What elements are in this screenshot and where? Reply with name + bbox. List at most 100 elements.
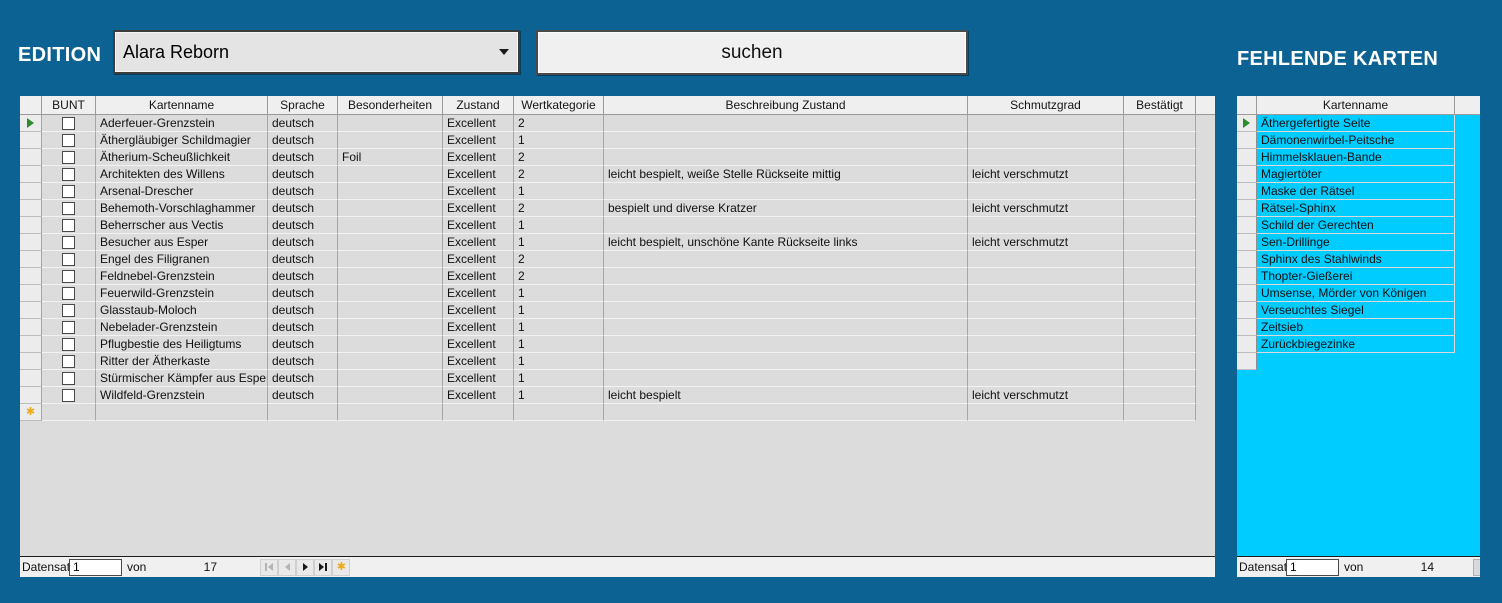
- wert-cell[interactable]: 1: [514, 234, 604, 251]
- missing-card-name[interactable]: Äthergefertigte Seite: [1257, 115, 1455, 132]
- bunt-cell[interactable]: [42, 387, 96, 404]
- schmutzgrad-cell[interactable]: leicht verschmutzt: [968, 166, 1124, 183]
- table-row[interactable]: Ritter der ÄtherkastedeutschExcellent1: [20, 353, 1215, 370]
- zustand-cell[interactable]: Excellent: [443, 149, 514, 166]
- record-selector[interactable]: [1237, 166, 1257, 183]
- bunt-cell[interactable]: [42, 183, 96, 200]
- current-record-input[interactable]: [69, 559, 122, 576]
- besonderheiten-cell[interactable]: [338, 336, 443, 353]
- sprache-cell[interactable]: deutsch: [268, 132, 338, 149]
- list-item[interactable]: Magiertöter: [1237, 166, 1480, 183]
- name-cell[interactable]: Nebelader-Grenzstein: [96, 319, 268, 336]
- edition-combobox[interactable]: Alara Reborn: [113, 30, 520, 74]
- besonderheiten-cell[interactable]: [338, 268, 443, 285]
- previous-record-button[interactable]: [278, 559, 296, 576]
- zustand-cell[interactable]: Excellent: [443, 285, 514, 302]
- zustand-cell[interactable]: Excellent: [443, 336, 514, 353]
- record-selector[interactable]: [1237, 319, 1257, 336]
- beschreibung-cell[interactable]: bespielt und diverse Kratzer: [604, 200, 968, 217]
- bunt-checkbox[interactable]: [62, 338, 75, 351]
- bestaetigt-cell[interactable]: [1124, 217, 1196, 234]
- new-record-row[interactable]: ✱: [20, 404, 1215, 421]
- missing-card-name[interactable]: Thopter-Gießerei: [1257, 268, 1455, 285]
- record-selector[interactable]: [1237, 132, 1257, 149]
- zustand-cell[interactable]: Excellent: [443, 217, 514, 234]
- table-row[interactable]: Besucher aus EsperdeutschExcellent1leich…: [20, 234, 1215, 251]
- column-header[interactable]: Kartenname: [96, 96, 268, 115]
- record-selector[interactable]: [20, 336, 42, 353]
- record-selector[interactable]: [1237, 149, 1257, 166]
- name-cell[interactable]: Glasstaub-Moloch: [96, 302, 268, 319]
- empty-cell[interactable]: [1124, 404, 1196, 421]
- record-selector[interactable]: [20, 217, 42, 234]
- name-cell[interactable]: Ritter der Ätherkaste: [96, 353, 268, 370]
- record-selector[interactable]: [20, 183, 42, 200]
- bunt-cell[interactable]: [42, 302, 96, 319]
- nav-button-partial[interactable]: [1473, 559, 1480, 576]
- bunt-cell[interactable]: [42, 115, 96, 132]
- beschreibung-cell[interactable]: [604, 302, 968, 319]
- sprache-cell[interactable]: deutsch: [268, 115, 338, 132]
- table-row[interactable]: Aderfeuer-GrenzsteindeutschExcellent2: [20, 115, 1215, 132]
- zustand-cell[interactable]: Excellent: [443, 353, 514, 370]
- zustand-cell[interactable]: Excellent: [443, 302, 514, 319]
- empty-cell[interactable]: [42, 404, 96, 421]
- empty-cell[interactable]: [268, 404, 338, 421]
- record-selector[interactable]: [20, 251, 42, 268]
- sprache-cell[interactable]: deutsch: [268, 149, 338, 166]
- sprache-cell[interactable]: deutsch: [268, 387, 338, 404]
- bunt-checkbox[interactable]: [62, 202, 75, 215]
- bunt-checkbox[interactable]: [62, 134, 75, 147]
- beschreibung-cell[interactable]: [604, 370, 968, 387]
- zustand-cell[interactable]: Excellent: [443, 200, 514, 217]
- sprache-cell[interactable]: deutsch: [268, 319, 338, 336]
- record-selector[interactable]: [1237, 200, 1257, 217]
- new-record-button[interactable]: ✱: [332, 559, 350, 576]
- beschreibung-cell[interactable]: [604, 268, 968, 285]
- bestaetigt-cell[interactable]: [1124, 166, 1196, 183]
- wert-cell[interactable]: 1: [514, 370, 604, 387]
- sprache-cell[interactable]: deutsch: [268, 336, 338, 353]
- beschreibung-cell[interactable]: [604, 183, 968, 200]
- name-cell[interactable]: Behemoth-Vorschlaghammer: [96, 200, 268, 217]
- besonderheiten-cell[interactable]: Foil: [338, 149, 443, 166]
- schmutzgrad-cell[interactable]: [968, 183, 1124, 200]
- beschreibung-cell[interactable]: [604, 251, 968, 268]
- bunt-checkbox[interactable]: [62, 253, 75, 266]
- wert-cell[interactable]: 1: [514, 132, 604, 149]
- name-cell[interactable]: Beherrscher aus Vectis: [96, 217, 268, 234]
- sprache-cell[interactable]: deutsch: [268, 183, 338, 200]
- beschreibung-cell[interactable]: [604, 285, 968, 302]
- schmutzgrad-cell[interactable]: [968, 370, 1124, 387]
- sprache-cell[interactable]: deutsch: [268, 370, 338, 387]
- empty-cell[interactable]: [96, 404, 268, 421]
- besonderheiten-cell[interactable]: [338, 387, 443, 404]
- empty-cell[interactable]: [604, 404, 968, 421]
- record-selector[interactable]: [1237, 251, 1257, 268]
- record-selector[interactable]: [20, 132, 42, 149]
- beschreibung-cell[interactable]: [604, 319, 968, 336]
- empty-cell[interactable]: [514, 404, 604, 421]
- search-button[interactable]: suchen: [536, 30, 968, 75]
- bunt-checkbox[interactable]: [62, 372, 75, 385]
- column-header[interactable]: Zustand: [443, 96, 514, 115]
- sprache-cell[interactable]: deutsch: [268, 251, 338, 268]
- bunt-cell[interactable]: [42, 251, 96, 268]
- missing-card-name[interactable]: Verseuchtes Siegel: [1257, 302, 1455, 319]
- bestaetigt-cell[interactable]: [1124, 183, 1196, 200]
- schmutzgrad-cell[interactable]: [968, 149, 1124, 166]
- record-selector[interactable]: [1237, 353, 1257, 370]
- missing-card-name[interactable]: Maske der Rätsel: [1257, 183, 1455, 200]
- name-cell[interactable]: Pflugbestie des Heiligtums: [96, 336, 268, 353]
- wert-cell[interactable]: 1: [514, 353, 604, 370]
- bestaetigt-cell[interactable]: [1124, 132, 1196, 149]
- table-row[interactable]: Engel des FiligranendeutschExcellent2: [20, 251, 1215, 268]
- table-row[interactable]: Feuerwild-GrenzsteindeutschExcellent1: [20, 285, 1215, 302]
- wert-cell[interactable]: 2: [514, 166, 604, 183]
- empty-cell[interactable]: [968, 404, 1124, 421]
- zustand-cell[interactable]: Excellent: [443, 319, 514, 336]
- missing-card-name[interactable]: Rätsel-Sphinx: [1257, 200, 1455, 217]
- bunt-checkbox[interactable]: [62, 389, 75, 402]
- last-record-button[interactable]: [314, 559, 332, 576]
- bunt-checkbox[interactable]: [62, 270, 75, 283]
